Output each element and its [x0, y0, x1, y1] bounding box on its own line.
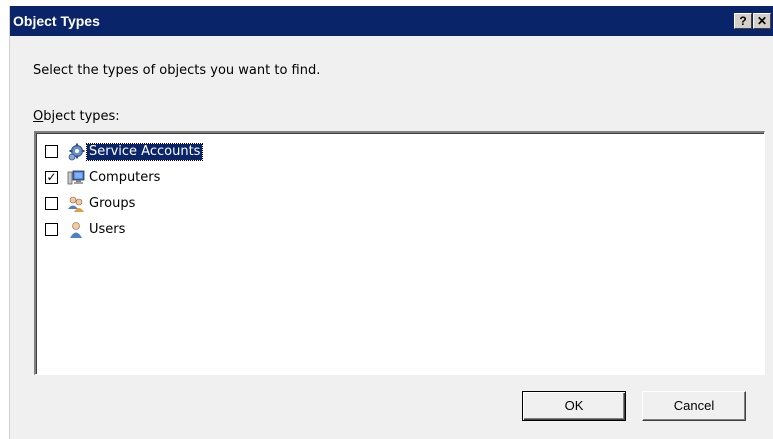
close-button[interactable]: ✕: [753, 13, 771, 29]
object-types-label: Object types:: [33, 109, 120, 124]
ok-button[interactable]: OK: [522, 391, 626, 421]
list-item-label: Groups: [89, 196, 136, 211]
checkbox-computers[interactable]: ✓: [45, 171, 58, 184]
help-button[interactable]: ?: [734, 13, 752, 29]
service-accounts-icon: [68, 143, 85, 161]
label-mnemonic: O: [33, 109, 44, 124]
checkbox-service-accounts[interactable]: [45, 145, 58, 158]
title-bar[interactable]: Object Types ? ✕: [10, 6, 773, 36]
label-text: bject types:: [43, 109, 120, 124]
dialog-title: Object Types: [13, 13, 100, 29]
user-icon: [70, 222, 82, 238]
object-types-list[interactable]: Service Accounts ✓ Computers Groups User…: [34, 131, 765, 375]
checkbox-users[interactable]: [45, 223, 58, 236]
object-types-dialog: Object Types ? ✕ Select the types of obj…: [9, 6, 773, 439]
computer-icon: [67, 170, 85, 185]
list-item-label: Users: [89, 222, 126, 237]
checkbox-groups[interactable]: [45, 197, 58, 210]
list-item-label: Service Accounts: [85, 143, 204, 161]
instruction-text: Select the types of objects you want to …: [33, 63, 321, 78]
list-item-label: Computers: [89, 170, 161, 185]
groups-icon: [68, 196, 84, 212]
cancel-button[interactable]: Cancel: [642, 391, 746, 421]
